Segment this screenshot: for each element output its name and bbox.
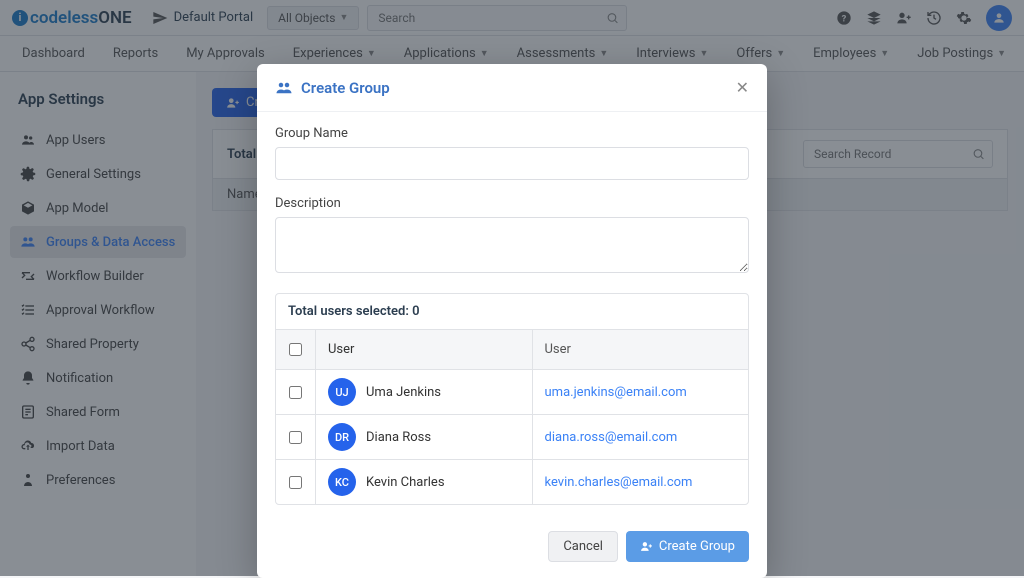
column-user-name: User: [316, 330, 533, 369]
user-name-cell: KCKevin Charles: [316, 460, 533, 504]
user-row: DRDiana Ross diana.ross@email.com: [276, 415, 748, 460]
user-avatar: KC: [328, 468, 356, 496]
user-check-cell: [276, 370, 316, 414]
user-check-cell: [276, 460, 316, 504]
cancel-button[interactable]: Cancel: [548, 531, 618, 562]
modal-title: Create Group: [275, 79, 390, 97]
user-avatar: UJ: [328, 378, 356, 406]
modal-overlay: Create Group ✕ Group Name Description To…: [0, 0, 1024, 576]
user-avatar: DR: [328, 423, 356, 451]
user-email-cell[interactable]: uma.jenkins@email.com: [533, 377, 749, 408]
modal-header: Create Group ✕: [257, 64, 767, 112]
user-email-cell[interactable]: diana.ross@email.com: [533, 422, 749, 453]
total-users-label: Total users selected: 0: [276, 294, 748, 330]
select-all-cell: [276, 330, 316, 369]
description-input[interactable]: [275, 217, 749, 273]
close-button[interactable]: ✕: [736, 78, 749, 97]
group-icon: [275, 79, 293, 97]
add-user-icon: [640, 540, 653, 553]
create-group-modal: Create Group ✕ Group Name Description To…: [257, 64, 767, 578]
modal-footer: Cancel Create Group: [257, 519, 767, 578]
user-row: UJUma Jenkins uma.jenkins@email.com: [276, 370, 748, 415]
user-table: Total users selected: 0 User User UJUma …: [275, 293, 749, 505]
description-label: Description: [275, 196, 749, 211]
select-all-checkbox[interactable]: [289, 343, 302, 356]
user-checkbox[interactable]: [289, 431, 302, 444]
user-checkbox[interactable]: [289, 386, 302, 399]
user-check-cell: [276, 415, 316, 459]
group-name-input[interactable]: [275, 147, 749, 180]
user-email-cell[interactable]: kevin.charles@email.com: [533, 467, 749, 498]
group-name-label: Group Name: [275, 126, 749, 141]
user-row: KCKevin Charles kevin.charles@email.com: [276, 460, 748, 504]
user-name-cell: UJUma Jenkins: [316, 370, 533, 414]
user-checkbox[interactable]: [289, 476, 302, 489]
user-name-cell: DRDiana Ross: [316, 415, 533, 459]
user-table-header: User User: [276, 330, 748, 370]
submit-create-group-button[interactable]: Create Group: [626, 531, 749, 562]
modal-body: Group Name Description Total users selec…: [257, 112, 767, 519]
column-user-email: User: [533, 334, 749, 365]
